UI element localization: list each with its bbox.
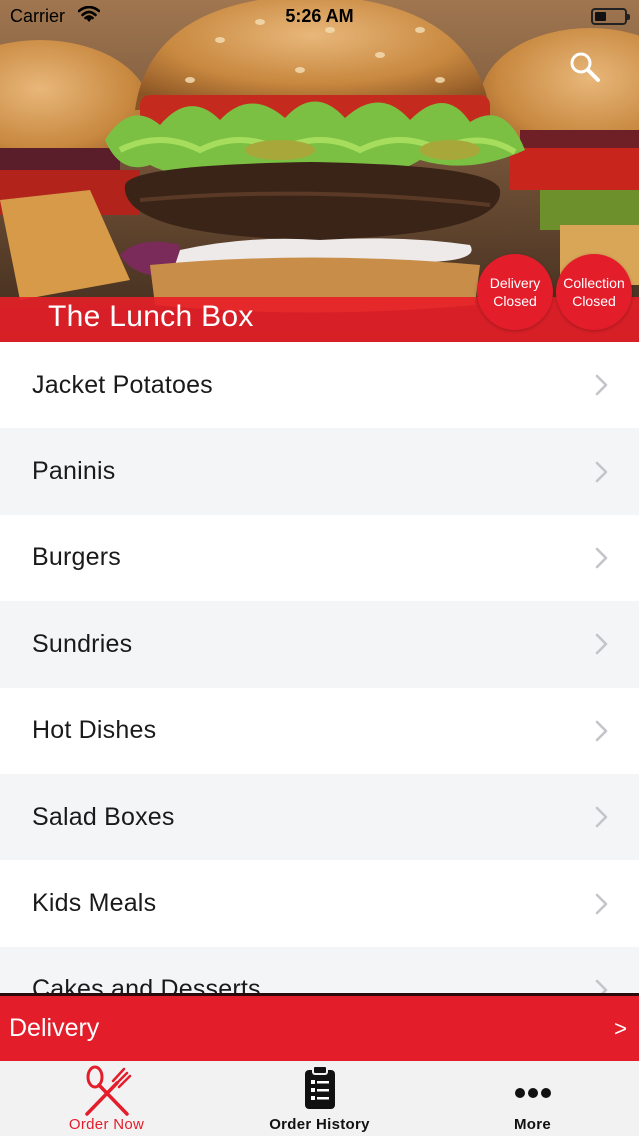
- menu-item-paninis[interactable]: Paninis: [0, 428, 639, 515]
- chevron-right-icon: [595, 893, 608, 914]
- tab-order-history[interactable]: Order History: [213, 1061, 426, 1136]
- delivery-status-badge: Delivery Closed: [477, 254, 553, 330]
- chevron-right-icon: [595, 461, 608, 482]
- collection-badge-line1: Collection: [563, 275, 625, 291]
- tab-label: More: [513, 1116, 552, 1133]
- tab-order-now[interactable]: Order Now: [0, 1061, 213, 1136]
- tab-label: Order Now: [68, 1116, 145, 1133]
- chevron-right-icon: [595, 374, 608, 396]
- menu-item-label: Paninis: [32, 457, 116, 486]
- menu-item-label: Burgers: [32, 543, 121, 572]
- search-icon: [570, 52, 600, 82]
- menu-item-sundries[interactable]: Sundries: [0, 601, 639, 688]
- delivery-mode-label: Delivery: [9, 1014, 100, 1042]
- menu-item-label: Cakes and Desserts: [32, 975, 261, 994]
- chevron-right-icon: [595, 979, 608, 994]
- hero-banner: Carrier 5:26 AM The Lunch Box Delivery C…: [0, 0, 639, 342]
- delivery-badge-line2: Closed: [493, 293, 537, 309]
- delivery-arrow-icon: >: [614, 1015, 627, 1041]
- menu-item-hot-dishes[interactable]: Hot Dishes: [0, 687, 639, 774]
- menu-item-label: Hot Dishes: [32, 716, 157, 745]
- chevron-right-icon: [595, 634, 608, 655]
- tab-more[interactable]: More: [426, 1061, 639, 1136]
- menu-category-list[interactable]: Jacket Potatoes Paninis Burgers Sundries…: [0, 342, 639, 994]
- fork-knife-icon: [84, 1065, 131, 1116]
- delivery-badge-line1: Delivery: [489, 275, 541, 291]
- menu-item-label: Jacket Potatoes: [32, 370, 213, 399]
- battery-icon: [591, 8, 630, 25]
- menu-item-jacket-potatoes[interactable]: Jacket Potatoes: [0, 342, 639, 429]
- menu-item-kids-meals[interactable]: Kids Meals: [0, 860, 639, 947]
- clipboard-list-icon: [304, 1065, 335, 1109]
- restaurant-name: The Lunch Box: [48, 300, 254, 333]
- menu-item-label: Salad Boxes: [32, 802, 175, 831]
- collection-badge-line2: Closed: [572, 293, 616, 309]
- status-bar: Carrier 5:26 AM: [0, 0, 639, 34]
- menu-item-salad-boxes[interactable]: Salad Boxes: [0, 773, 639, 861]
- search-button[interactable]: [566, 48, 604, 86]
- clock: 5:26 AM: [285, 6, 354, 26]
- tab-bar: Order Now Order History More: [0, 1061, 639, 1136]
- chevron-right-icon: [595, 547, 608, 569]
- more-dots-icon: [514, 1088, 551, 1098]
- tab-label: Order History: [269, 1116, 370, 1133]
- menu-item-burgers[interactable]: Burgers: [0, 514, 639, 602]
- menu-item-label: Kids Meals: [32, 889, 157, 918]
- menu-item-cakes-and-desserts[interactable]: Cakes and Desserts: [0, 946, 639, 994]
- chevron-right-icon: [595, 720, 608, 742]
- delivery-mode-bar[interactable]: Delivery >: [0, 993, 639, 1061]
- menu-item-label: Sundries: [32, 629, 133, 658]
- collection-status-badge: Collection Closed: [556, 254, 632, 330]
- chevron-right-icon: [595, 806, 608, 828]
